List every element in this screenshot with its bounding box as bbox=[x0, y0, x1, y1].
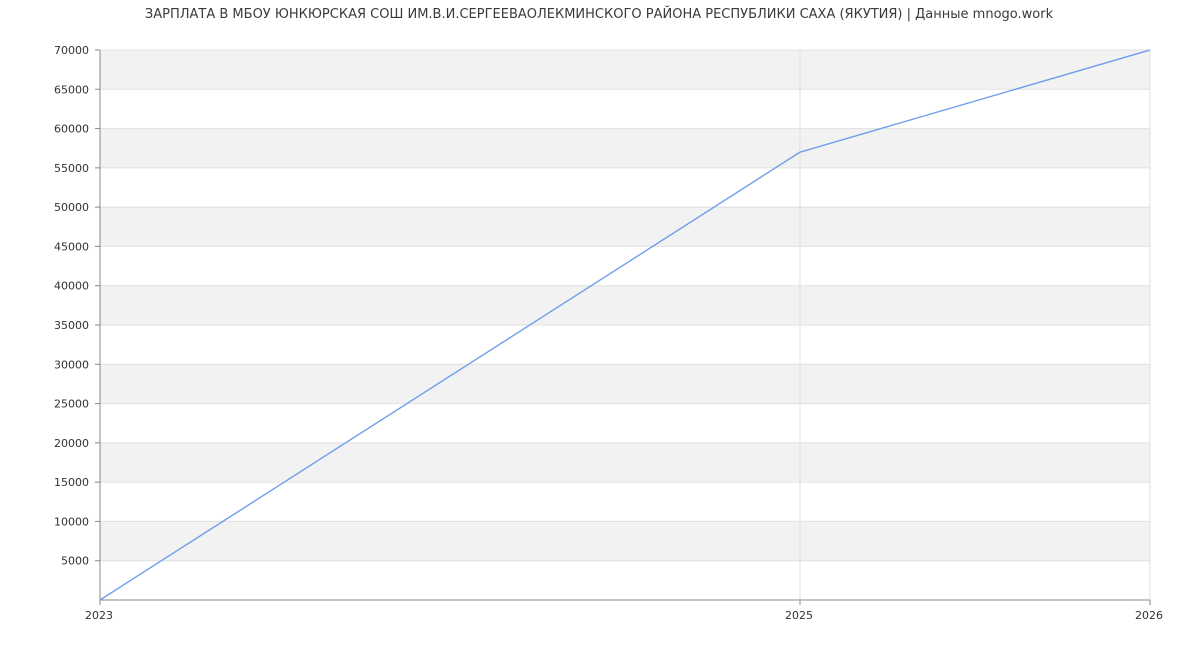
grid-band bbox=[100, 521, 1150, 561]
grid-band bbox=[100, 207, 1150, 247]
y-tick-label: 50000 bbox=[54, 201, 89, 214]
y-tick-label: 30000 bbox=[54, 358, 89, 371]
y-tick-label: 45000 bbox=[54, 240, 89, 253]
y-tick-label: 20000 bbox=[54, 437, 89, 450]
x-tick-label: 2023 bbox=[85, 609, 113, 622]
y-tick-label: 55000 bbox=[54, 162, 89, 175]
y-tick-label: 15000 bbox=[54, 476, 89, 489]
grid-band bbox=[100, 364, 1150, 404]
y-tick-label: 35000 bbox=[54, 319, 89, 332]
y-tick-label: 40000 bbox=[54, 280, 89, 293]
background-bands bbox=[100, 50, 1150, 561]
x-tick-label: 2025 bbox=[785, 609, 813, 622]
grid-band bbox=[100, 285, 1150, 325]
grid-band bbox=[100, 442, 1150, 483]
y-tick-label: 70000 bbox=[54, 44, 89, 57]
y-tick-label: 60000 bbox=[54, 123, 89, 136]
y-tick-label: 5000 bbox=[61, 555, 89, 568]
y-tick-labels: 5000 10000 15000 20000 25000 30000 35000 40000 4… bbox=[54, 44, 100, 568]
y-tick-label: 65000 bbox=[54, 83, 89, 96]
y-tick-label: 10000 bbox=[54, 515, 89, 528]
x-tick-labels: 2023 2025 2026 bbox=[85, 600, 1163, 622]
salary-line-chart: 5000 10000 15000 20000 25000 30000 35000 40000 4… bbox=[54, 6, 1163, 622]
chart-title: ЗАРПЛАТА В МБОУ ЮНКЮРСКАЯ СОШ ИМ.В.И.СЕР… bbox=[145, 6, 1054, 22]
x-tick-label: 2026 bbox=[1135, 609, 1163, 622]
grid-band bbox=[100, 50, 1150, 90]
y-tick-label: 25000 bbox=[54, 398, 89, 411]
grid-band bbox=[100, 128, 1150, 168]
